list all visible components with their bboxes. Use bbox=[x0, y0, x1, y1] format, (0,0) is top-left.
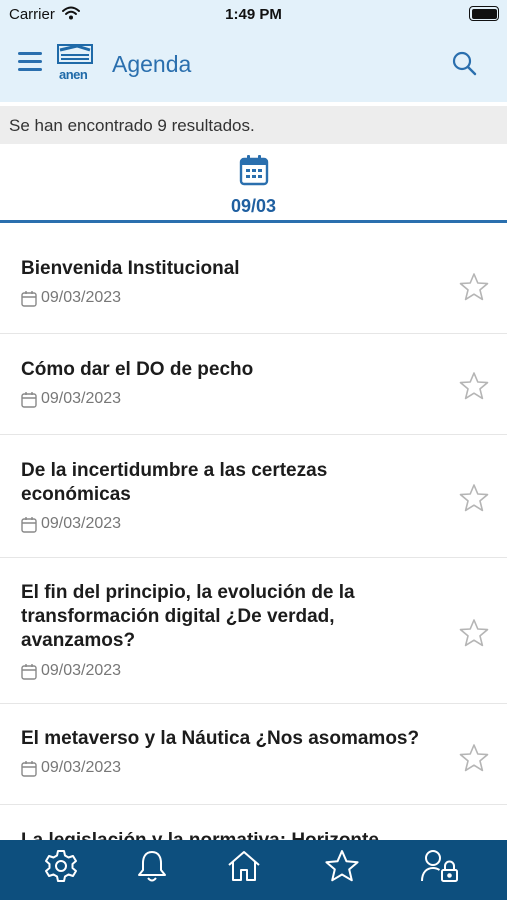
agenda-item[interactable]: El metaverso y la Náutica ¿Nos asomamos?… bbox=[0, 704, 507, 805]
favorite-star-icon[interactable] bbox=[459, 618, 489, 648]
date-tab-label: 09/03 bbox=[230, 196, 277, 216]
logo-text: anen bbox=[59, 67, 88, 82]
item-title: El metaverso y la Náutica ¿Nos asomamos? bbox=[21, 728, 420, 749]
page-title: Agenda bbox=[112, 51, 192, 77]
bottom-tab-bar bbox=[0, 840, 507, 900]
calendar-small-icon bbox=[21, 391, 37, 408]
item-title: De la incertidumbre a las certezas econó… bbox=[21, 460, 328, 505]
battery-icon bbox=[469, 6, 499, 21]
tab-date[interactable]: 09/03 bbox=[0, 144, 507, 223]
search-icon[interactable] bbox=[451, 50, 477, 76]
bell-icon[interactable] bbox=[134, 848, 170, 884]
favorite-star-icon[interactable] bbox=[459, 483, 489, 513]
calendar-icon bbox=[239, 155, 269, 186]
gear-icon[interactable] bbox=[43, 848, 79, 884]
home-icon[interactable] bbox=[226, 848, 262, 884]
item-title: El fin del principio, la evolución de la… bbox=[21, 582, 355, 651]
app-header: anen Agenda bbox=[0, 30, 507, 102]
item-date: 09/03/2023 bbox=[21, 390, 121, 408]
item-date-text: 09/03/2023 bbox=[41, 390, 122, 407]
results-count-text: Se han encontrado 9 resultados. bbox=[9, 116, 255, 135]
item-date-text: 09/03/2023 bbox=[41, 515, 122, 532]
calendar-small-icon bbox=[21, 290, 37, 307]
status-bar: Carrier 1:49 PM bbox=[0, 0, 507, 30]
agenda-list[interactable]: Bienvenida Institucional 09/03/2023 Cómo… bbox=[0, 223, 507, 840]
agenda-item[interactable]: De la incertidumbre a las certezas econó… bbox=[0, 435, 507, 558]
logo-mark-icon bbox=[57, 44, 93, 64]
item-date-text: 09/03/2023 bbox=[41, 759, 122, 776]
item-date-text: 09/03/2023 bbox=[41, 662, 122, 679]
calendar-small-icon bbox=[21, 663, 37, 680]
item-date: 09/03/2023 bbox=[21, 759, 121, 777]
item-date: 09/03/2023 bbox=[21, 289, 121, 307]
menu-icon[interactable] bbox=[18, 52, 42, 72]
item-title: Bienvenida Institucional bbox=[21, 258, 240, 279]
user-lock-icon[interactable] bbox=[420, 848, 460, 884]
item-title: Cómo dar el DO de pecho bbox=[21, 359, 254, 380]
app-logo: anen bbox=[57, 42, 95, 84]
calendar-small-icon bbox=[21, 516, 37, 533]
item-date-text: 09/03/2023 bbox=[41, 289, 122, 306]
agenda-item[interactable]: Bienvenida Institucional 09/03/2023 bbox=[0, 223, 507, 334]
item-title: La legislación y la normativa: Horizonte bbox=[21, 829, 501, 840]
item-date: 09/03/2023 bbox=[21, 515, 121, 533]
calendar-small-icon bbox=[21, 760, 37, 777]
agenda-item[interactable]: El fin del principio, la evolución de la… bbox=[0, 558, 507, 704]
agenda-item[interactable]: Cómo dar el DO de pecho 09/03/2023 bbox=[0, 334, 507, 435]
item-date: 09/03/2023 bbox=[21, 662, 121, 680]
agenda-item[interactable]: La legislación y la normativa: Horizonte bbox=[0, 805, 507, 840]
favorite-star-icon[interactable] bbox=[459, 371, 489, 401]
results-bar: Se han encontrado 9 resultados. bbox=[0, 106, 507, 144]
status-time: 1:49 PM bbox=[225, 6, 282, 23]
favorite-star-icon[interactable] bbox=[459, 743, 489, 773]
favorite-star-icon[interactable] bbox=[459, 272, 489, 302]
star-icon[interactable] bbox=[324, 848, 360, 884]
